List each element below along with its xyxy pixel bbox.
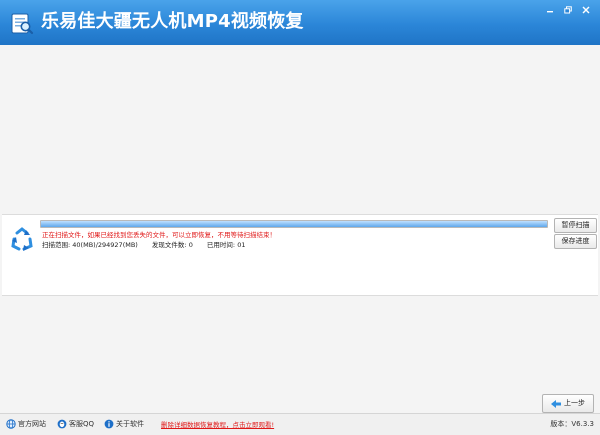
- scan-progress-bar: [40, 220, 548, 228]
- official-website-label: 官方网站: [18, 420, 46, 428]
- arrow-left-icon: [551, 399, 561, 408]
- scan-info-line: 扫描范围: 40(MB)/294927(MB) 发现文件数: 0 已用时间: 0…: [42, 239, 257, 249]
- previous-step-label: 上一步: [564, 399, 585, 407]
- previous-step-button[interactable]: 上一步: [542, 394, 594, 413]
- qq-icon: [57, 419, 67, 429]
- support-qq-link[interactable]: 客服QQ: [57, 419, 94, 429]
- app-logo-icon: [11, 13, 34, 35]
- minimize-button[interactable]: [542, 4, 558, 15]
- scan-range-label: 扫描范围:: [42, 241, 71, 249]
- globe-icon: [6, 419, 16, 429]
- tutorial-link[interactable]: 删除详细数据恢复教程，点击立即观看!: [161, 419, 274, 429]
- elapsed-time-value: 01: [237, 241, 246, 249]
- scan-panel: 正在扫描文件，如果已经找到您丢失的文件，可以立即恢复，不用等待扫描结束！ 扫描范…: [2, 214, 598, 296]
- elapsed-time-label: 已用时间:: [206, 241, 236, 249]
- version-value: V6.3.3: [571, 420, 594, 428]
- close-button[interactable]: [578, 4, 594, 15]
- scan-status-text: 正在扫描文件，如果已经找到您丢失的文件，可以立即恢复，不用等待扫描结束！: [42, 231, 276, 239]
- found-count-value: 0: [188, 241, 193, 249]
- app-window: 乐易佳大疆无人机MP4视频恢复 正在扫描文件，如果已经找到您丢失的文件，可以立即…: [0, 0, 600, 435]
- minimize-icon: [547, 10, 553, 12]
- pause-scan-button[interactable]: 暂停扫描: [554, 218, 597, 233]
- title-bar[interactable]: 乐易佳大疆无人机MP4视频恢复: [0, 0, 600, 45]
- version-label: 版本：: [550, 420, 572, 428]
- elapsed-time: 已用时间: 01: [207, 241, 246, 249]
- save-progress-button[interactable]: 保存进度: [554, 234, 597, 249]
- scan-range-value: 40(MB)/294927(MB): [72, 241, 138, 249]
- support-qq-label: 客服QQ: [69, 420, 95, 428]
- recycle-icon: [11, 227, 33, 251]
- app-title: 乐易佳大疆无人机MP4视频恢复: [41, 11, 304, 32]
- close-icon: [582, 6, 590, 13]
- found-count-label: 发现文件数:: [151, 241, 187, 249]
- version-info: 版本：V6.3.3: [550, 419, 594, 429]
- info-icon: [104, 419, 114, 429]
- scan-progress-fill: [41, 221, 547, 227]
- scan-range: 扫描范围: 40(MB)/294927(MB): [42, 241, 138, 249]
- official-website-link[interactable]: 官方网站: [6, 419, 46, 429]
- about-software-link[interactable]: 关于软件: [104, 419, 144, 429]
- window-controls: [542, 4, 594, 15]
- found-count: 发现文件数: 0: [152, 241, 193, 249]
- status-bar: 官方网站 客服QQ 关于软件 删除详细数据恢复教程，点击立即观看! 版本：V6.…: [0, 413, 600, 435]
- restore-button[interactable]: [560, 4, 576, 15]
- restore-icon: [564, 5, 572, 13]
- about-software-label: 关于软件: [116, 420, 144, 428]
- main-content: 正在扫描文件，如果已经找到您丢失的文件，可以立即恢复，不用等待扫描结束！ 扫描范…: [0, 45, 600, 413]
